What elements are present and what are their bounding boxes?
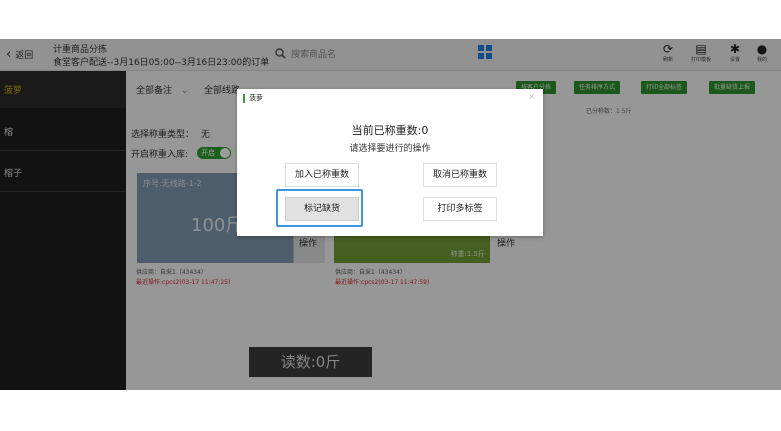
add-weighed-button[interactable]: 加入已称重数 — [285, 163, 359, 187]
dialog-title: 菠萝 — [243, 94, 263, 103]
close-icon[interactable]: × — [528, 92, 535, 101]
app-window: ‹ 返回 计重商品分拣 食堂客户配送--3月16日05:00--3月16日23:… — [0, 39, 781, 390]
print-multiple-labels-button[interactable]: 打印多标签 — [423, 197, 497, 221]
weighed-count-text: 当前已称重数:0 — [351, 124, 429, 137]
dialog-prompt: 请选择要进行的操作 — [349, 144, 431, 154]
cancel-weighed-button[interactable]: 取消已称重数 — [423, 163, 497, 187]
selection-highlight — [276, 189, 363, 227]
